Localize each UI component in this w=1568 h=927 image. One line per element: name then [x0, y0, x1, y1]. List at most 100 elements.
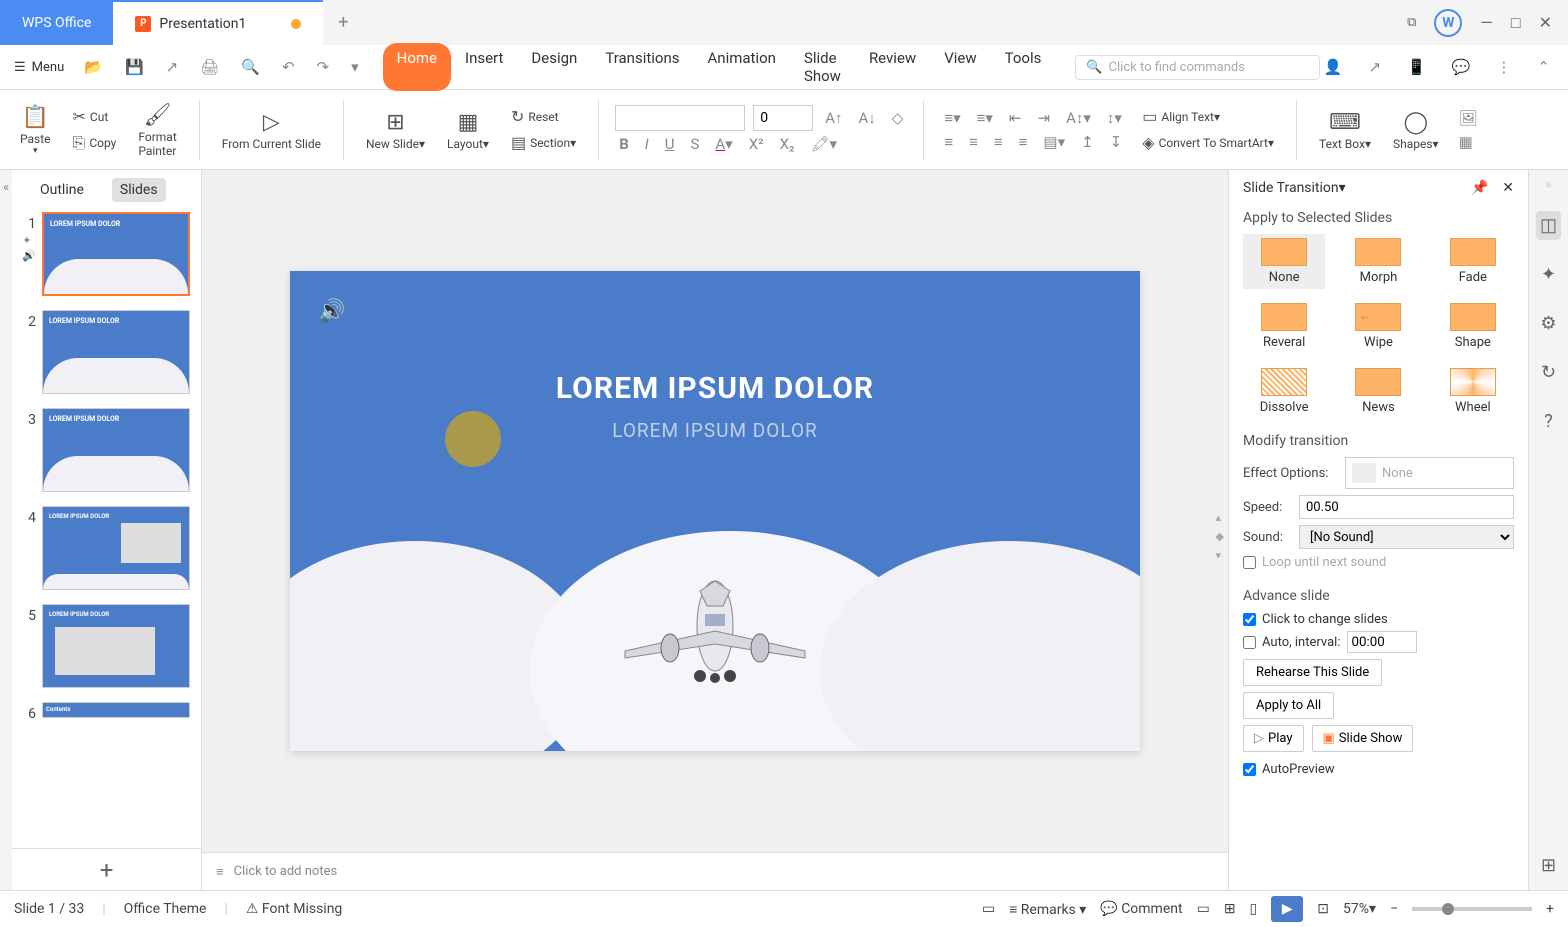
- speaker-icon[interactable]: 🔊: [318, 299, 345, 324]
- speed-input[interactable]: [1299, 495, 1514, 519]
- zoom-out-button[interactable]: −: [1390, 901, 1398, 917]
- slides-tab[interactable]: Slides: [112, 178, 166, 202]
- text-box-button[interactable]: ⌨Text Box▾: [1313, 105, 1377, 155]
- paste-button[interactable]: 📋Paste▾: [14, 100, 57, 160]
- align-center-icon[interactable]: ≡: [965, 131, 982, 153]
- decrease-indent-icon[interactable]: ⇤: [1005, 107, 1026, 129]
- font-size-select[interactable]: [753, 105, 813, 131]
- transition-news[interactable]: News: [1337, 364, 1419, 419]
- subscript-icon[interactable]: X₂: [776, 133, 799, 155]
- open-icon[interactable]: 📂: [80, 56, 107, 78]
- transition-reveal[interactable]: Reveral: [1243, 299, 1325, 354]
- slide-counter[interactable]: Slide 1 / 33: [14, 901, 84, 917]
- preview-icon[interactable]: 🔍: [237, 56, 264, 78]
- bullets-icon[interactable]: ≡▾: [940, 107, 964, 129]
- slide-thumbnail-6[interactable]: Contents: [42, 702, 190, 718]
- next-slide-nav-icon[interactable]: ▾: [1216, 549, 1224, 562]
- comment-button[interactable]: 💬 Comment: [1100, 901, 1182, 917]
- slide-thumbnail-1[interactable]: LOREM IPSUM DOLOR: [42, 212, 190, 296]
- spacing-before-icon[interactable]: ↥: [1077, 131, 1098, 153]
- numbering-icon[interactable]: ≡▾: [973, 107, 997, 129]
- comment-icon[interactable]: 💬: [1448, 56, 1475, 78]
- italic-icon[interactable]: I: [641, 133, 653, 155]
- tab-view[interactable]: View: [930, 43, 990, 91]
- justify-icon[interactable]: ≡: [1015, 131, 1032, 153]
- grid-rail-icon[interactable]: ⊞: [1537, 851, 1560, 880]
- font-color-icon[interactable]: A▾: [711, 133, 736, 155]
- sound-select[interactable]: [No Sound]: [1299, 525, 1514, 549]
- highlight-icon[interactable]: 🖍▾: [807, 133, 842, 155]
- collapse-sidebar-button[interactable]: «: [0, 170, 12, 890]
- tab-design[interactable]: Design: [517, 43, 591, 91]
- underline-icon[interactable]: U: [661, 133, 679, 155]
- line-spacing-icon[interactable]: ↕▾: [1103, 107, 1126, 129]
- arrange-icon[interactable]: ▦: [1455, 131, 1482, 153]
- loop-sound-checkbox[interactable]: [1243, 556, 1256, 569]
- transition-morph[interactable]: Morph: [1337, 234, 1419, 289]
- command-search[interactable]: 🔍 Click to find commands: [1075, 55, 1319, 80]
- redo-icon[interactable]: ↷: [313, 56, 334, 78]
- format-painter-button[interactable]: 🖌Format Painter: [132, 98, 182, 162]
- transition-shape[interactable]: Shape: [1432, 299, 1514, 354]
- minimize-button[interactable]: —: [1480, 13, 1493, 32]
- spacing-after-icon[interactable]: ↧: [1106, 131, 1127, 153]
- reading-view-icon[interactable]: ▯: [1250, 901, 1258, 917]
- superscript-icon[interactable]: X²: [745, 133, 768, 155]
- maximize-button[interactable]: □: [1511, 13, 1521, 33]
- new-slide-button[interactable]: ⊞New Slide▾: [360, 105, 431, 155]
- layout-button[interactable]: ▦Layout▾: [441, 105, 495, 155]
- align-right-icon[interactable]: ≡: [990, 131, 1007, 153]
- click-advance-checkbox[interactable]: [1243, 613, 1256, 626]
- transition-wheel[interactable]: Wheel: [1432, 364, 1514, 419]
- save-icon[interactable]: 💾: [121, 56, 148, 78]
- text-direction-icon[interactable]: A↕▾: [1062, 107, 1095, 129]
- fit-icon[interactable]: ⊡: [1317, 901, 1329, 917]
- transition-wipe[interactable]: ←Wipe: [1337, 299, 1419, 354]
- section-button[interactable]: ▤Section▾: [505, 131, 582, 155]
- remarks-button[interactable]: ≡ Remarks ▾: [1009, 901, 1086, 918]
- slideshow-play-button[interactable]: ▶: [1271, 896, 1303, 922]
- zoom-in-button[interactable]: +: [1546, 901, 1554, 917]
- transition-none[interactable]: None: [1243, 234, 1325, 289]
- increase-indent-icon[interactable]: ⇥: [1034, 107, 1055, 129]
- close-button[interactable]: ✕: [1539, 13, 1552, 32]
- tab-tools[interactable]: Tools: [991, 43, 1056, 91]
- share-icon[interactable]: ↗: [1364, 56, 1385, 78]
- tab-transitions[interactable]: Transitions: [591, 43, 693, 91]
- font-family-select[interactable]: [615, 105, 745, 131]
- clear-formatting-icon[interactable]: ◇: [888, 107, 908, 129]
- print-icon[interactable]: 🖨: [196, 56, 223, 78]
- add-tab-button[interactable]: +: [323, 0, 363, 45]
- cut-button[interactable]: ✂Cut: [67, 105, 123, 129]
- animation-rail-icon[interactable]: ✦: [1537, 260, 1560, 289]
- columns-icon[interactable]: ▤▾: [1039, 131, 1069, 153]
- font-missing-warning[interactable]: ⚠ Font Missing: [246, 901, 342, 917]
- theme-name[interactable]: Office Theme: [124, 901, 207, 917]
- decrease-font-icon[interactable]: A↓: [854, 107, 879, 129]
- from-current-slide-button[interactable]: ▷From Current Slide: [216, 105, 327, 155]
- slideshow-button[interactable]: ▣Slide Show: [1312, 725, 1414, 752]
- prev-slide-nav-icon[interactable]: ▴: [1216, 511, 1224, 524]
- strikethrough-icon[interactable]: S: [686, 133, 703, 155]
- tab-home[interactable]: Home: [383, 43, 451, 91]
- reset-button[interactable]: ↻Reset: [505, 105, 582, 129]
- normal-view-icon[interactable]: ▭: [1197, 901, 1210, 917]
- window-layout-icon[interactable]: ⧉: [1407, 15, 1416, 30]
- menu-button[interactable]: ☰ Menu: [14, 60, 64, 75]
- notes-area[interactable]: ≡ Click to add notes: [202, 852, 1228, 890]
- mobile-icon[interactable]: 📱: [1403, 56, 1430, 78]
- slide-thumbnails[interactable]: 1 ✦🔊 LOREM IPSUM DOLOR 2LOREM IPSUM DOLO…: [12, 206, 201, 848]
- qat-dropdown-icon[interactable]: ▾: [347, 56, 363, 78]
- effect-options-select[interactable]: None: [1345, 457, 1514, 489]
- outline-tab[interactable]: Outline: [32, 178, 92, 202]
- rehearse-button[interactable]: Rehearse This Slide: [1243, 659, 1382, 686]
- settings-rail-icon[interactable]: ⚙: [1536, 309, 1560, 338]
- zoom-level[interactable]: 57%▾: [1343, 901, 1376, 917]
- slide-thumbnail-3[interactable]: LOREM IPSUM DOLOR: [42, 408, 190, 492]
- slide-thumbnail-2[interactable]: LOREM IPSUM DOLOR: [42, 310, 190, 394]
- autopreview-checkbox[interactable]: [1243, 763, 1256, 776]
- slide-thumbnail-4[interactable]: LOREM IPSUM DOLOR: [42, 506, 190, 590]
- sorter-view-icon[interactable]: ⊞: [1224, 901, 1236, 917]
- document-tab[interactable]: P Presentation1: [113, 0, 323, 45]
- help-rail-icon[interactable]: ?: [1540, 407, 1557, 436]
